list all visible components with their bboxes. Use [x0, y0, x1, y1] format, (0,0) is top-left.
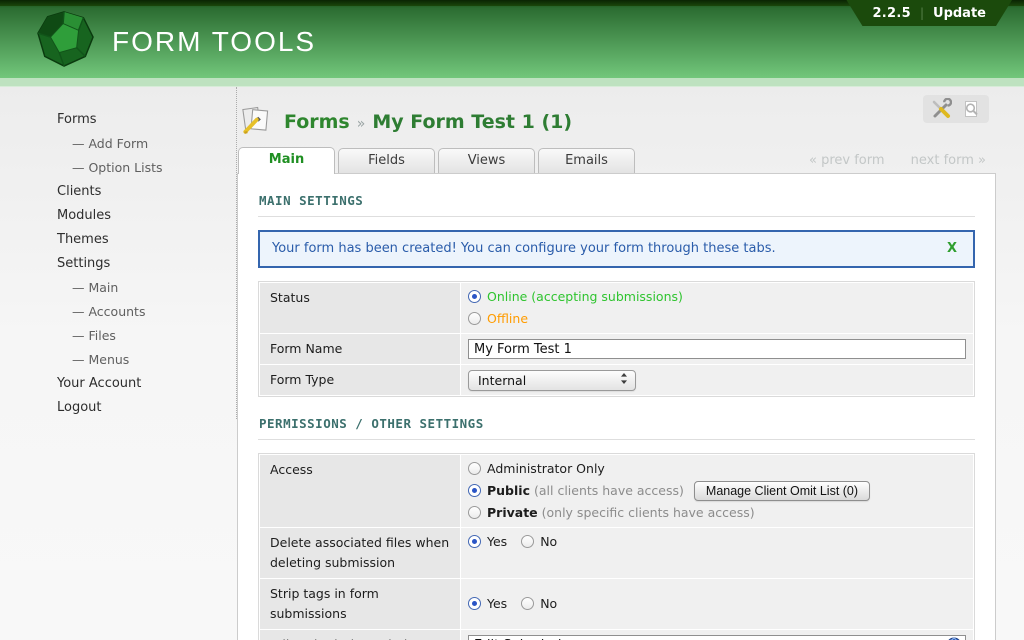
sidebar-item-your-account[interactable]: Your Account	[57, 372, 236, 396]
access-admin-radio[interactable]	[468, 462, 481, 475]
access-private-note: (only specific clients have access)	[542, 505, 755, 520]
form-name-row: Form Name	[260, 334, 973, 364]
status-offline-radio[interactable]	[468, 312, 481, 325]
breadcrumb-forms-link[interactable]: Forms	[284, 111, 350, 133]
status-row: Status Online (accepting submissions) Of…	[260, 283, 973, 333]
form-name-input[interactable]	[468, 339, 966, 359]
strip-tags-no-radio[interactable]	[521, 597, 534, 610]
delete-files-row: Delete associated files when deleting su…	[260, 528, 973, 578]
brand-title: FORM TOOLS	[112, 26, 316, 58]
sidebar-item-add-form[interactable]: — Add Form	[57, 132, 236, 156]
version-tab: 2.2.5 | Update	[846, 0, 1012, 26]
access-public-radio[interactable]	[468, 484, 481, 497]
next-form-link[interactable]: next form »	[911, 153, 986, 168]
manage-client-omit-list-button[interactable]: Manage Client Omit List (0)	[694, 481, 870, 501]
delete-files-no-label[interactable]: No	[540, 534, 557, 549]
edit-submission-label-input[interactable]	[468, 635, 966, 640]
access-label: Access	[260, 455, 460, 527]
access-admin-label[interactable]: Administrator Only	[487, 461, 605, 476]
breadcrumb: Forms » My Form Test 1 (1)	[240, 105, 1010, 139]
access-public-note: (all clients have access)	[534, 483, 684, 498]
tab-bar: MainFieldsViewsEmails « prev form next f…	[238, 147, 1010, 174]
form-pager: « prev form next form »	[787, 153, 986, 168]
edit-form-icon	[240, 104, 272, 140]
tab-views[interactable]: Views	[438, 148, 535, 174]
status-label: Status	[260, 283, 460, 333]
content-area: Forms » My Form Test 1 (1) MainFieldsViews…	[237, 87, 1024, 640]
form-type-label: Form Type	[260, 365, 460, 395]
preview-form-icon[interactable]	[960, 98, 982, 120]
main-settings-table: Status Online (accepting submissions) Of…	[258, 281, 975, 397]
sidebar-item-settings-main[interactable]: — Main	[57, 276, 236, 300]
sidebar-item-logout[interactable]: Logout	[57, 396, 236, 420]
status-online-label[interactable]: Online (accepting submissions)	[487, 289, 683, 304]
page-title: My Form Test 1 (1)	[372, 111, 572, 133]
permissions-table: Access Administrator Only Public (all cl…	[258, 453, 975, 640]
form-created-notification: Your form has been created! You can conf…	[258, 230, 975, 268]
sidebar-item-option-lists[interactable]: — Option Lists	[57, 156, 236, 180]
sidebar-item-menus[interactable]: — Menus	[57, 348, 236, 372]
update-link[interactable]: Update	[933, 6, 986, 21]
strip-tags-yes-radio[interactable]	[468, 597, 481, 610]
page-action-icons	[923, 95, 989, 123]
notification-close-icon[interactable]: X	[943, 241, 961, 256]
header-accent-strip	[0, 78, 1024, 87]
form-name-label: Form Name	[260, 334, 460, 364]
select-arrows-icon	[620, 372, 628, 388]
status-online-radio[interactable]	[468, 290, 481, 303]
form-type-row: Form Type Internal	[260, 365, 973, 395]
access-public-label[interactable]: Public	[487, 483, 530, 498]
access-row: Access Administrator Only Public (all cl…	[260, 455, 973, 527]
tab-fields[interactable]: Fields	[338, 148, 435, 174]
access-private-label[interactable]: Private	[487, 505, 538, 520]
strip-tags-row: Strip tags in form submissions Yes No	[260, 579, 973, 629]
main-settings-heading: MAIN SETTINGS	[258, 191, 975, 217]
notification-message: Your form has been created! You can conf…	[272, 241, 943, 256]
strip-tags-label: Strip tags in form submissions	[260, 579, 460, 629]
sidebar-item-files[interactable]: — Files	[57, 324, 236, 348]
delete-files-yes-radio[interactable]	[468, 535, 481, 548]
prev-form-link[interactable]: « prev form	[809, 153, 885, 168]
form-tools-logo-icon	[34, 10, 98, 72]
tools-icon[interactable]	[930, 98, 952, 120]
delete-files-label: Delete associated files when deleting su…	[260, 528, 460, 578]
tab-emails[interactable]: Emails	[538, 148, 635, 174]
form-type-select[interactable]: Internal	[468, 370, 636, 391]
breadcrumb-separator: »	[357, 116, 366, 132]
tab-main[interactable]: Main	[238, 147, 335, 174]
delete-files-yes-label[interactable]: Yes	[487, 534, 507, 549]
version-separator: |	[920, 6, 924, 20]
edit-submission-label-row: Edit Submission Label	[260, 630, 973, 640]
sidebar: Forms — Add Form — Option Lists Clients …	[0, 87, 237, 419]
form-type-selected-value: Internal	[478, 373, 526, 388]
sidebar-item-accounts[interactable]: — Accounts	[57, 300, 236, 324]
sidebar-item-settings[interactable]: Settings	[57, 252, 236, 276]
version-number: 2.2.5	[872, 6, 911, 21]
permissions-heading: PERMISSIONS / OTHER SETTINGS	[258, 414, 975, 440]
sidebar-item-themes[interactable]: Themes	[57, 228, 236, 252]
delete-files-no-radio[interactable]	[521, 535, 534, 548]
strip-tags-no-label[interactable]: No	[540, 596, 557, 611]
sidebar-item-clients[interactable]: Clients	[57, 180, 236, 204]
sidebar-item-modules[interactable]: Modules	[57, 204, 236, 228]
main-tab-panel: MAIN SETTINGS Your form has been created…	[237, 173, 996, 640]
status-offline-label[interactable]: Offline	[487, 311, 528, 326]
strip-tags-yes-label[interactable]: Yes	[487, 596, 507, 611]
sidebar-item-forms[interactable]: Forms	[57, 108, 236, 132]
edit-submission-label-label: Edit Submission Label	[260, 630, 460, 640]
access-private-radio[interactable]	[468, 506, 481, 519]
